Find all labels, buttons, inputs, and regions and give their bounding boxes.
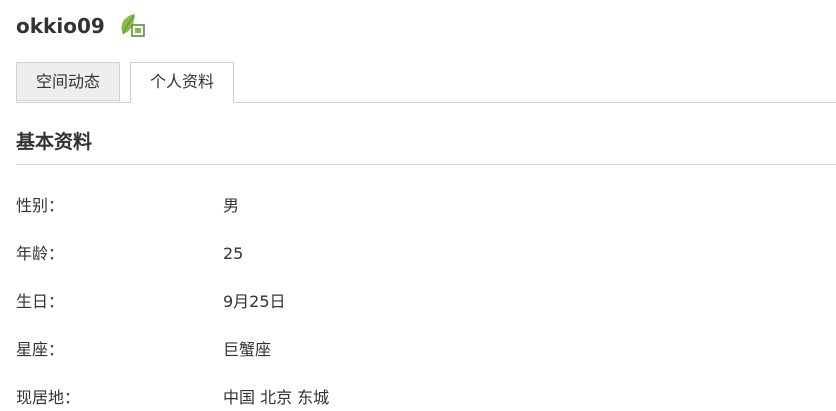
field-label: 星座： <box>16 340 65 359</box>
tab-bar: 空间动态 个人资料 <box>16 62 836 103</box>
field-label: 年龄： <box>16 244 65 263</box>
field-label: 生日： <box>16 292 65 311</box>
field-row-birthday: 生日： 9月25日 <box>16 289 836 315</box>
profile-header: okkio09 <box>16 10 147 42</box>
field-value: 男 <box>223 196 240 215</box>
field-row-location: 现居地： 中国 北京 东城 <box>16 385 836 411</box>
field-value: 25 <box>223 244 244 263</box>
tab-space-activity[interactable]: 空间动态 <box>16 62 120 101</box>
leaf-icon <box>117 12 147 40</box>
field-row-age: 年龄： 25 <box>16 241 836 267</box>
section-title: 基本资料 <box>16 131 93 153</box>
field-row-constellation: 星座： 巨蟹座 <box>16 337 836 363</box>
field-row-gender: 性别： 男 <box>16 193 836 219</box>
field-value: 巨蟹座 <box>223 340 272 359</box>
section-divider <box>16 164 836 165</box>
tab-personal-info[interactable]: 个人资料 <box>130 62 234 103</box>
field-label: 现居地： <box>16 388 81 407</box>
username[interactable]: okkio09 <box>16 14 105 38</box>
field-value: 9月25日 <box>223 292 286 311</box>
field-value: 中国 北京 东城 <box>223 388 330 407</box>
field-label: 性别： <box>16 196 65 215</box>
